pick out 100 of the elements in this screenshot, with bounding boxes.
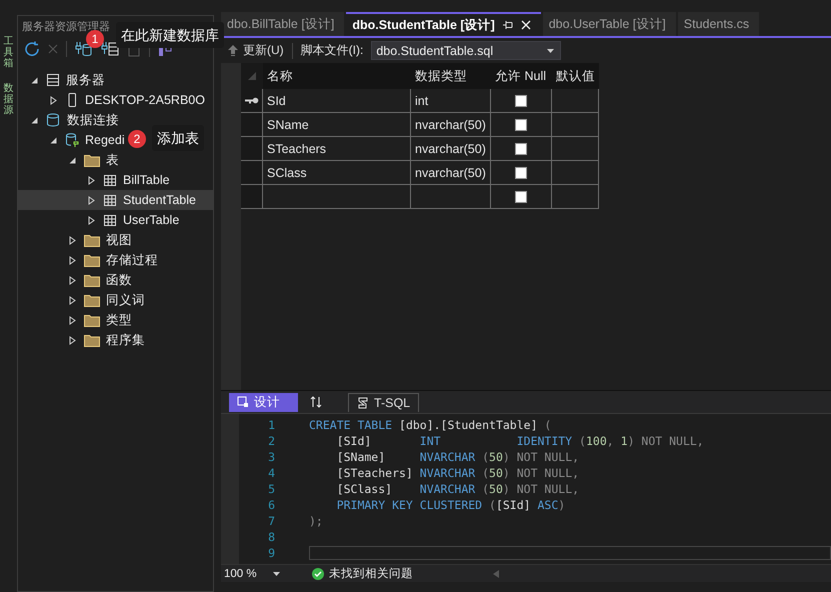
checkbox[interactable] <box>515 166 527 178</box>
tree-item[interactable]: 函数 <box>106 272 132 288</box>
folder-icon <box>84 274 100 286</box>
swap-icon <box>310 396 322 408</box>
refresh-icon[interactable] <box>24 41 40 57</box>
design-icon <box>237 396 249 408</box>
collapse-arrow-icon[interactable] <box>48 136 58 144</box>
connect-server-icon[interactable] <box>101 41 119 57</box>
connect-database-icon[interactable] <box>75 41 93 57</box>
tree-item[interactable]: Regedi <box>85 133 125 147</box>
line-number: 1 <box>267 418 275 432</box>
tree-item[interactable]: 类型 <box>106 312 132 328</box>
code-line: CREATE TABLE [dbo].[StudentTable] ( <box>309 418 552 432</box>
callout-tooltip: 在此新建数据库 <box>116 22 224 48</box>
column-header: 数据类型 <box>415 68 467 84</box>
checkbox[interactable] <box>515 190 527 202</box>
checkbox[interactable] <box>515 94 527 106</box>
tsql-tab[interactable]: T-SQL <box>348 392 420 412</box>
checkbox[interactable] <box>515 118 527 130</box>
issues-status[interactable]: 未找到相关问题 <box>329 566 413 581</box>
table-cell: nvarchar(50) <box>415 118 486 132</box>
collapse-arrow-icon[interactable] <box>30 116 38 124</box>
zoom-dropdown[interactable]: 100 % <box>221 568 286 580</box>
side-tab[interactable]: 数据源 <box>4 83 14 116</box>
table-cell: SClass <box>267 166 307 180</box>
table-icon <box>103 174 117 186</box>
document-tab[interactable]: dbo.UserTable [设计] <box>542 12 676 36</box>
tree-item[interactable]: 服务器 <box>66 72 105 88</box>
code-line: [STeachers] NVARCHAR (50) NOT NULL, <box>336 466 580 480</box>
table-cell: SName <box>267 118 309 132</box>
tree-item[interactable]: BillTable <box>123 173 170 187</box>
collapse-arrow-icon[interactable] <box>68 156 76 164</box>
tree-item[interactable]: 数据连接 <box>67 112 119 128</box>
tree-item[interactable]: UserTable <box>123 213 180 227</box>
tree-item[interactable]: 存储过程 <box>106 252 158 268</box>
expand-arrow-icon[interactable] <box>68 316 76 324</box>
table-cell: nvarchar(50) <box>415 166 486 180</box>
close-icon[interactable] <box>520 20 531 30</box>
expand-arrow-icon[interactable] <box>68 336 76 344</box>
expand-arrow-icon[interactable] <box>68 296 76 304</box>
folder-icon <box>84 254 100 266</box>
database-icon <box>46 113 61 127</box>
folder-icon <box>84 334 100 346</box>
callout-tooltip: 添加表 <box>152 125 204 151</box>
expand-arrow-icon[interactable] <box>86 176 96 184</box>
caret-icon <box>547 48 554 52</box>
code-line: [SId] INT IDENTITY (100, 1) NOT NULL, <box>336 434 704 448</box>
server-icon <box>46 73 60 87</box>
tree-item[interactable]: 程序集 <box>106 332 145 348</box>
table-cell: STeachers <box>267 142 326 156</box>
code-line: ); <box>309 514 323 528</box>
expand-arrow-icon[interactable] <box>86 216 96 224</box>
line-number: 6 <box>267 498 275 512</box>
tree-item[interactable]: DESKTOP-2A5RB0O <box>85 93 205 107</box>
code-line: PRIMARY KEY CLUSTERED ([SId] ASC) <box>336 498 566 512</box>
line-number: 4 <box>267 466 275 480</box>
expand-arrow-icon[interactable] <box>86 196 96 204</box>
code-line: [SName] NVARCHAR (50) NOT NULL, <box>336 450 580 464</box>
script-icon <box>357 396 369 408</box>
check-icon <box>312 568 324 580</box>
script-file-dropdown[interactable]: dbo.StudentTable.sql <box>371 41 562 60</box>
table-cell: SId <box>267 94 286 108</box>
document-tab[interactable]: Students.cs <box>678 12 760 36</box>
line-number: 8 <box>267 530 275 544</box>
column-header: 默认值 <box>556 68 595 84</box>
row-header[interactable] <box>241 89 263 112</box>
table-icon <box>103 194 117 206</box>
folder-icon <box>84 154 100 166</box>
expand-arrow-icon[interactable] <box>68 276 76 284</box>
script-file-label: 脚本文件(I): <box>300 42 364 59</box>
column-header: 名称 <box>267 68 293 84</box>
pin-icon[interactable] <box>502 20 513 30</box>
table-cell: nvarchar(50) <box>415 142 486 156</box>
expand-arrow-icon[interactable] <box>48 96 58 104</box>
database-connection-icon <box>65 133 79 147</box>
table-cell: int <box>415 94 428 108</box>
update-button[interactable]: 更新(U) <box>227 42 284 59</box>
tree-item[interactable]: 表 <box>106 152 119 168</box>
upload-icon <box>227 44 239 57</box>
design-tab[interactable]: 设计 <box>229 392 298 412</box>
line-number: 9 <box>267 546 275 560</box>
line-number: 2 <box>267 434 275 448</box>
document-tab[interactable]: dbo.BillTable [设计] <box>221 12 344 36</box>
folder-icon <box>84 234 100 246</box>
table-icon <box>103 214 117 226</box>
side-tab[interactable]: 工具箱 <box>4 36 14 69</box>
code-line: [SClass] NVARCHAR (50) NOT NULL, <box>336 482 580 496</box>
tree-item[interactable]: 视图 <box>106 232 132 248</box>
expand-arrow-icon[interactable] <box>68 256 76 264</box>
line-number: 5 <box>267 482 275 496</box>
caret-icon <box>273 572 280 576</box>
line-number: 7 <box>267 514 275 528</box>
folder-icon <box>84 314 100 326</box>
expand-arrow-icon[interactable] <box>68 236 76 244</box>
folder-icon <box>84 294 100 306</box>
tree-item[interactable]: 同义词 <box>106 292 145 308</box>
collapse-arrow-icon[interactable] <box>30 76 38 84</box>
checkbox[interactable] <box>515 142 527 154</box>
column-header: 允许 Null <box>495 68 546 84</box>
line-number: 3 <box>267 450 275 464</box>
